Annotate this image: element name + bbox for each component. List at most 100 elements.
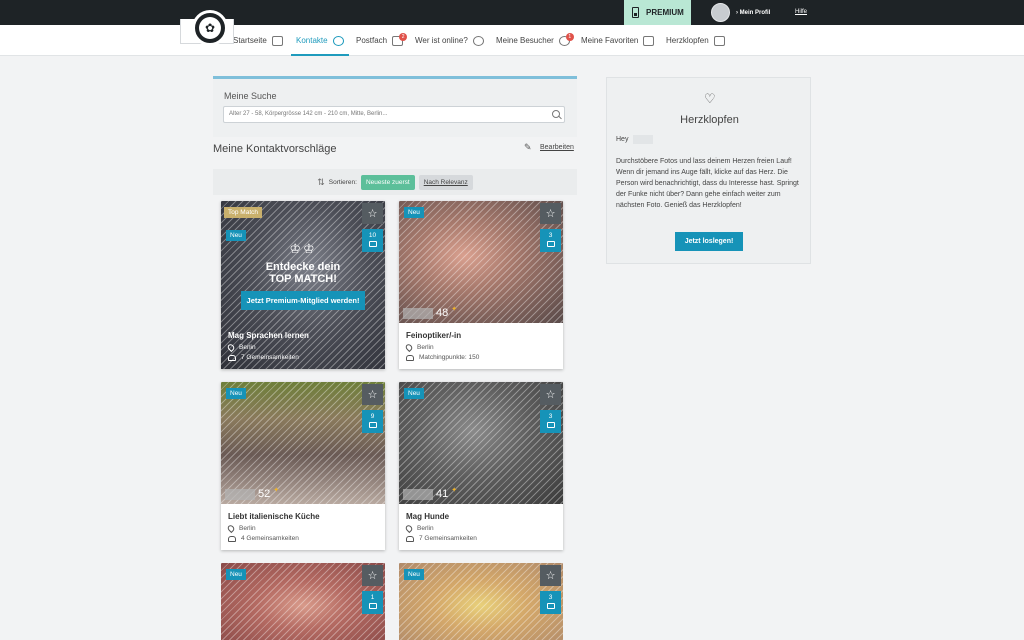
card-detail: 4 Gemeinsamkeiten [241,535,299,542]
help-link[interactable]: Hilfe [795,9,807,15]
photo-count[interactable]: 9 [362,410,383,433]
photo-count[interactable]: 3 [540,229,561,252]
nav-item-postfach[interactable]: Postfach 2 [356,25,408,56]
search-title: Meine Suche [224,91,277,101]
photo-count-value: 10 [368,232,377,239]
location-pin-icon [226,342,236,353]
sort-icon: ⇅ [317,176,325,187]
top-match-badge: Top Match [224,207,262,218]
profile-card[interactable]: 48 ✦ Neu ☆ 3 Feinoptiker/-in Berlin Match… [399,201,563,369]
heart-icon: ♡ [704,91,716,106]
search-icon[interactable] [552,110,560,118]
edit-link[interactable]: ✎ Bearbeiten [524,143,574,152]
age-label: 48 ✦ [403,306,457,319]
camera-icon [368,603,377,609]
favorite-star-icon[interactable]: ☆ [362,565,383,586]
card-city: Berlin [239,344,256,351]
search-input[interactable]: Alter 27 - 58, Körpergrösse 142 cm - 210… [223,106,565,123]
person-icon [332,35,344,46]
nav-label: Wer ist online? [415,36,468,45]
new-badge: Neu [404,569,424,580]
card-detail-row: 4 Gemeinsamkeiten [228,535,378,542]
nav-item-kontakte[interactable]: Kontakte [291,25,349,56]
favorite-star-icon[interactable]: ☆ [540,384,561,405]
nav-label: Postfach [356,36,388,45]
photo-count-value: 1 [370,594,375,601]
nav-item-startseite[interactable]: Startseite [233,25,283,56]
pencil-icon: ✎ [524,142,532,152]
profile-card[interactable]: Neu ☆ 1 [221,563,385,640]
new-badge: Neu [226,569,246,580]
profile-card[interactable]: Neu ☆ 3 [399,563,563,640]
new-badge: Neu [226,388,246,399]
card-info: Mag Sprachen lernen Berlin 7 Gemeinsamke… [221,323,385,369]
card-detail: 7 Gemeinsamkeiten [241,354,299,361]
photo-count[interactable]: 3 [540,591,561,614]
card-name: Mag Sprachen lernen [228,331,309,340]
profile-card[interactable]: 52 ✦ Neu ☆ 9 Liebt italienische Küche Ber… [221,382,385,550]
card-detail: Matchingpunkte: 150 [419,354,480,361]
favorites-icon [643,35,655,46]
new-badge: Neu [226,230,246,241]
favorite-star-icon[interactable]: ☆ [540,203,561,224]
profile-photo: 48 ✦ [399,201,563,323]
age-value: 41 [436,488,449,500]
age-label: 41 ✦ [403,487,457,500]
premium-upgrade-button[interactable]: Jetzt Premium-Mitglied werden! [240,291,366,310]
nav-label: Kontakte [296,36,328,45]
photo-count[interactable]: 3 [540,410,561,433]
profile-card[interactable]: 41 ✦ Neu ☆ 3 Mag Hunde Berlin 7 Gemeinsam… [399,382,563,550]
visitors-badge: 1 [565,32,574,41]
logo[interactable]: ✿ [192,10,228,46]
sort-label: Sortieren: [328,178,357,186]
nav-item-herzklopfen[interactable]: Herzklopfen [666,25,725,56]
edit-label: Bearbeiten [540,144,574,151]
home-icon [271,35,283,46]
favorite-star-icon[interactable]: ☆ [362,384,383,405]
favorite-star-icon[interactable]: ☆ [540,565,561,586]
photo-count[interactable]: 1 [362,591,383,614]
favorite-star-icon[interactable]: ☆ [362,203,383,224]
card-city-row: Berlin [404,342,556,353]
card-city: Berlin [239,525,256,532]
common-interests-icon [406,535,414,542]
matching-icon [406,354,414,361]
suggestions-title: Meine Kontaktvorschläge [213,143,337,155]
logo-mark-icon: ✿ [199,17,221,39]
nav-item-besucher[interactable]: Meine Besucher 1 [496,25,574,56]
card-city-row: Berlin [226,342,378,353]
premium-button[interactable]: PREMIUM [624,0,691,25]
herzklopfen-panel: ♡ Herzklopfen Hey Durchstöbere Fotos und… [606,77,811,264]
unread-badge: 2 [399,32,408,41]
card-detail-row: 7 Gemeinsamkeiten [228,354,378,361]
age-label: 52 ✦ [225,487,279,500]
age-value: 48 [436,307,449,319]
location-pin-icon [226,523,236,534]
search-panel: Meine Suche Alter 27 - 58, Körpergrösse … [213,76,577,137]
avatar [711,3,730,22]
location-pin-icon [404,342,414,353]
card-city: Berlin [417,344,434,351]
profile-card[interactable]: Top Match Neu ☆ 10 ♔♔ Entdecke dein TOP … [221,201,385,369]
card-detail: 7 Gemeinsamkeiten [419,535,477,542]
nav-item-online[interactable]: Wer ist online? [415,25,484,56]
sort-bar: ⇅ Sortieren: Neueste zuerst Nach Relevan… [213,169,577,195]
nav-label: Meine Favoriten [581,36,639,45]
herzklopfen-description: Durchstöbere Fotos und lass deinem Herze… [616,158,799,209]
online-icon [472,35,484,46]
sort-newest-button[interactable]: Neueste zuerst [360,174,415,190]
visitors-icon: 1 [558,32,574,46]
card-name: Mag Hunde [406,512,450,521]
sort-relevance-button[interactable]: Nach Relevanz [418,174,473,190]
profile-menu[interactable]: › Mein Profil [711,3,770,22]
main-nav: Startseite Kontakte Postfach 2 Wer ist o… [0,25,1024,56]
card-detail-row: 7 Gemeinsamkeiten [406,535,556,542]
start-button[interactable]: Jetzt loslegen! [675,232,743,251]
heart-icon [713,35,725,46]
nav-label: Meine Besucher [496,36,554,45]
redacted-username [633,135,654,144]
nav-label: Startseite [233,36,267,45]
top-match-promo: ♔♔ Entdecke dein TOP MATCH! Jetzt Premiu… [221,241,385,310]
premium-icon [632,7,639,18]
nav-item-favoriten[interactable]: Meine Favoriten [581,25,655,56]
